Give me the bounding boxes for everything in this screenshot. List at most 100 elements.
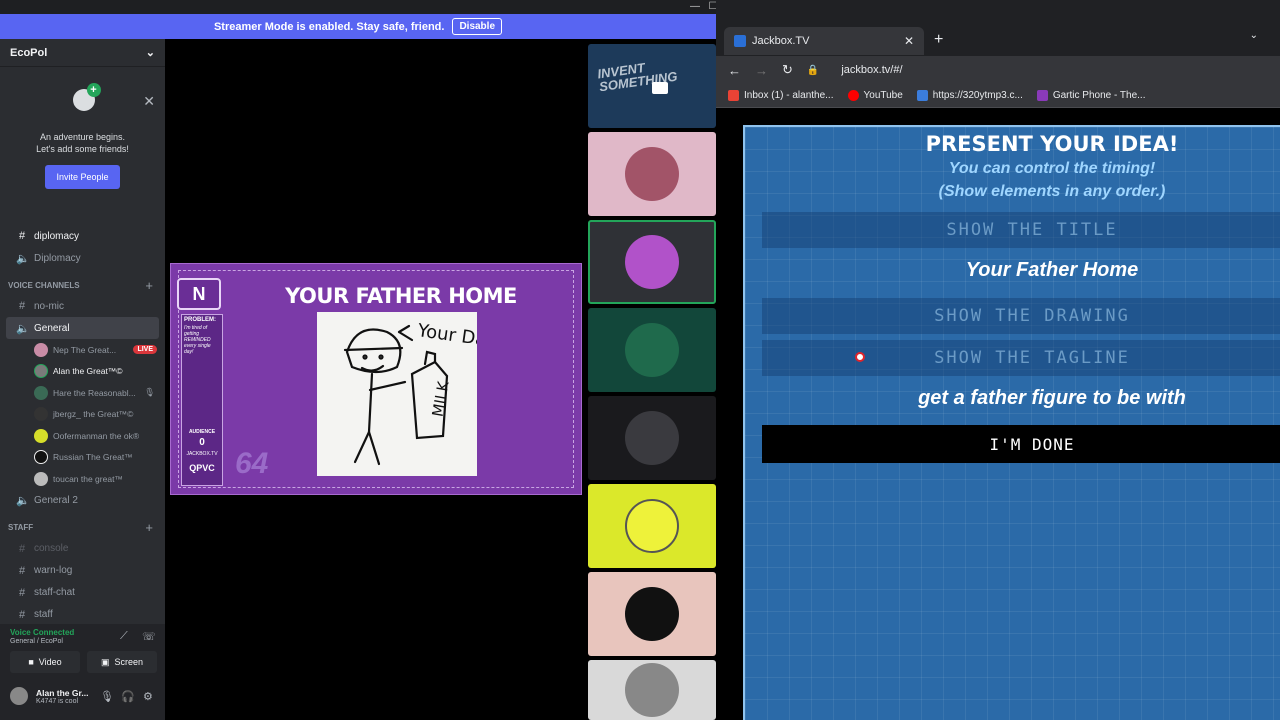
present-idea-title: PRESENT YOUR IDEA! [925, 132, 1179, 156]
avatar [625, 411, 679, 465]
participant-tile[interactable] [588, 132, 716, 216]
im-done-button[interactable]: I'M DONE [762, 425, 1280, 463]
video-button[interactable]: ■ Video [10, 651, 80, 673]
channel-label: no-mic [34, 300, 65, 312]
forward-icon[interactable]: → [755, 63, 768, 78]
channel-label: diplomacy [34, 230, 80, 242]
bookmark-label: YouTube [863, 90, 903, 101]
close-icon[interactable]: ✕ [143, 93, 155, 110]
member-name: Nep The Great... [53, 344, 117, 355]
user-panel[interactable]: Alan the Gr... K4747 is cool [8, 685, 88, 707]
reload-icon[interactable]: ↻ [782, 62, 793, 78]
voice-member[interactable]: toucan the great™ [0, 468, 165, 490]
voice-member[interactable]: jbergz_ the Great™© [0, 404, 165, 426]
chevron-down-icon: ⌄ [145, 47, 155, 59]
participant-tile[interactable] [588, 308, 716, 392]
channel-staff[interactable]: # staff [0, 604, 165, 626]
tab-jackbox[interactable]: Jackbox.TV ✕ [724, 27, 924, 55]
new-tab-icon[interactable]: + [934, 31, 943, 49]
server-name: EcoPol [10, 46, 48, 59]
noise-suppression-icon[interactable]: ⟋ [120, 630, 128, 643]
youtube-icon [847, 90, 859, 101]
avatar [625, 663, 679, 717]
gear-icon[interactable]: ⚙ [143, 690, 153, 703]
show-title-button[interactable]: SHOW THE TITLE [762, 212, 1280, 248]
hash-icon: # [18, 586, 26, 599]
tab-search-chevron-icon[interactable]: ⌄ [1250, 30, 1258, 41]
download-icon [916, 90, 928, 101]
channel-general-voice[interactable]: 🔈 General [6, 317, 159, 339]
participant-tile[interactable] [588, 396, 716, 480]
voice-member[interactable]: Oofermanman the ok® [0, 425, 165, 447]
participant-tile[interactable] [588, 572, 716, 656]
channel-diplomacy[interactable]: # diplomacy [0, 225, 165, 247]
channel-no-mic[interactable]: # no-mic [0, 295, 165, 317]
minimize-icon[interactable]: — [686, 0, 704, 14]
channel-label: console [34, 543, 69, 554]
bookmark-gartic[interactable]: Gartic Phone - The... [1036, 90, 1146, 101]
stick-figure-drawing: Your Dad MILK [343, 320, 499, 466]
avatar [625, 499, 679, 553]
avatar [625, 147, 679, 201]
disconnect-icon[interactable]: ☏ [142, 630, 156, 643]
microphone-icon[interactable]: 🎙 [100, 690, 114, 703]
bookmark-label: Gartic Phone - The... [1052, 90, 1146, 101]
close-tab-icon[interactable]: ✕ [904, 34, 914, 48]
channel-diplomacy-voice[interactable]: 🔈 Diplomacy [0, 247, 165, 269]
voice-member[interactable]: Russian The Great™ [0, 447, 165, 469]
back-icon[interactable]: ← [728, 63, 741, 78]
lock-icon: 🔒 [806, 64, 820, 76]
staff-category[interactable]: STAFF + [0, 518, 165, 538]
disable-button[interactable]: Disable [452, 18, 503, 35]
tab-bar: Jackbox.TV ✕ + ⌄ [716, 0, 1280, 56]
hash-icon: # [18, 608, 26, 621]
speaker-icon: 🔈 [16, 252, 30, 265]
voice-member[interactable]: Alan the Great™© [0, 361, 165, 383]
bookmarks-bar: Inbox (1) - alanthe... YouTube https://3… [716, 84, 1280, 108]
bookmark-ytmp3[interactable]: https://320ytmp3.c... [916, 90, 1023, 101]
voice-location[interactable]: General / EcoPol [10, 638, 63, 645]
bookmark-label: https://320ytmp3.c... [932, 90, 1023, 101]
bookmark-youtube[interactable]: YouTube [847, 90, 903, 101]
show-tagline-button[interactable]: SHOW THE TAGLINE [762, 340, 1280, 376]
participant-tiles: INVENT SOMETHING [588, 39, 716, 720]
gmail-icon [728, 90, 739, 101]
banner-text: Streamer Mode is enabled. Stay safe, fri… [213, 20, 445, 33]
avatar [34, 407, 48, 422]
channel-staff-chat[interactable]: # staff-chat [0, 582, 165, 604]
participant-tile[interactable] [588, 660, 716, 720]
voice-member[interactable]: Hare the Reasonabl... 🎙 [0, 382, 165, 404]
screen-share-button[interactable]: ▣ Screen [87, 651, 157, 673]
stream-view[interactable]: N PROBLEM: I'm tired of getting REMINDED… [165, 39, 588, 720]
drawing-text: Your Dad [415, 320, 477, 352]
member-name: jbergz_ the Great™© [53, 409, 134, 420]
voice-channels-category[interactable]: VOICE CHANNELS + [0, 275, 165, 295]
welcome-line-2: Let's add some friends! [36, 144, 129, 154]
channel-console[interactable]: # console [0, 538, 165, 560]
show-drawing-button[interactable]: SHOW THE DRAWING [762, 298, 1280, 334]
channel-label: staff-chat [34, 587, 75, 598]
avatar [34, 342, 48, 357]
add-channel-icon[interactable]: + [145, 278, 153, 293]
bookmark-gmail[interactable]: Inbox (1) - alanthe... [728, 90, 834, 101]
game-logo: N [177, 278, 221, 310]
screen-label: Screen [114, 657, 144, 667]
site-label: JACKBOX.TV [186, 451, 218, 457]
stream-thumbnail[interactable]: INVENT SOMETHING [588, 44, 716, 128]
window-top-strip [0, 0, 716, 14]
server-header[interactable]: EcoPol ⌄ [0, 39, 165, 67]
channel-warn-log[interactable]: # warn-log [0, 560, 165, 582]
address-bar[interactable]: jackbox.tv/#/ [841, 64, 902, 76]
participant-tile[interactable] [588, 484, 716, 568]
invite-people-button[interactable]: Invite People [45, 165, 120, 189]
user-name: Alan the Gr... [36, 687, 89, 698]
add-channel-icon[interactable]: + [145, 520, 153, 535]
bookmark-label: Inbox (1) - alanthe... [744, 90, 834, 101]
headphones-icon[interactable]: 🎧 [121, 690, 135, 703]
welcome-line-1: An adventure begins. [39, 132, 126, 142]
audience-count: 0 [199, 437, 205, 448]
browser-window: Jackbox.TV ✕ + ⌄ ← → ↻ 🔒 jackbox.tv/#/ I… [716, 0, 1280, 720]
channel-general-2[interactable]: 🔈 General 2 [0, 490, 165, 512]
participant-tile[interactable] [588, 220, 716, 304]
voice-member[interactable]: Nep The Great... LIVE [0, 339, 165, 361]
